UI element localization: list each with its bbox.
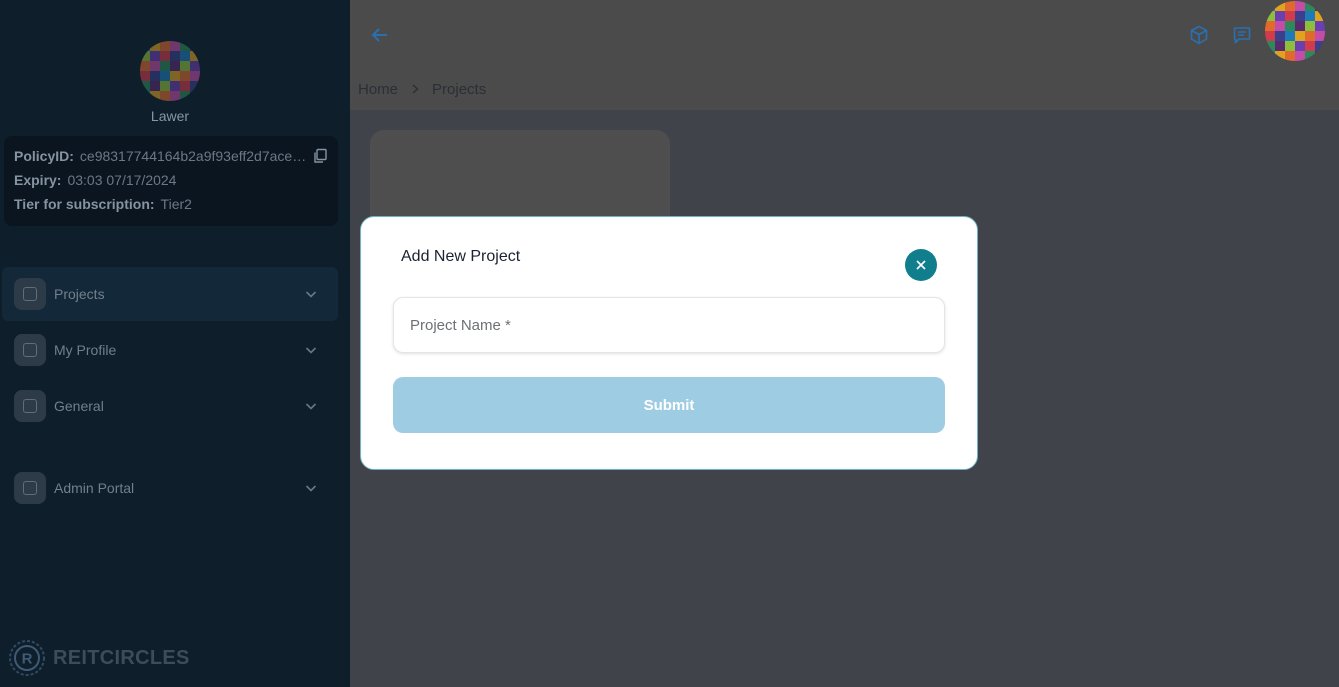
close-icon [916, 260, 926, 270]
sidebar-item-projects[interactable]: Projects [2, 267, 338, 321]
chevron-down-icon[interactable] [304, 399, 318, 413]
chevron-right-icon [412, 84, 419, 94]
sidebar: Lawer PolicyID: ce98317744164b2a9f93eff2… [0, 0, 350, 687]
brand-name: REITCIRCLES [53, 646, 190, 669]
breadcrumb-home[interactable]: Home [358, 81, 398, 98]
sidebar-item-general[interactable]: General [2, 379, 338, 433]
top-bar [350, 0, 1339, 68]
brand: R REITCIRCLES [7, 638, 190, 678]
add-project-dialog: Add New Project Submit [360, 216, 978, 470]
submit-button[interactable]: Submit [393, 377, 945, 433]
policy-id-label: PolicyID: [14, 148, 74, 164]
breadcrumb: Home Projects [350, 68, 1339, 110]
svg-text:R: R [22, 651, 33, 668]
user-avatar[interactable] [140, 41, 200, 101]
policy-id-row: PolicyID: ce98317744164b2a9f93eff2d7ace… [14, 147, 328, 171]
back-arrow-icon[interactable] [369, 24, 391, 46]
copy-icon[interactable] [312, 148, 328, 164]
chevron-down-icon[interactable] [304, 343, 318, 357]
sidebar-item-label: General [54, 398, 104, 414]
profile-avatar[interactable] [1265, 1, 1325, 61]
tier-value: Tier2 [160, 196, 192, 212]
cube-icon[interactable] [1188, 24, 1210, 46]
dialog-title: Add New Project [401, 248, 521, 265]
tier-label: Tier for subscription: [14, 196, 155, 212]
expiry-value: 03:03 07/17/2024 [67, 172, 177, 188]
policy-id-value: ce98317744164b2a9f93eff2d7ace… [79, 148, 307, 164]
user-name: Lawer [150, 108, 190, 124]
breadcrumb-projects: Projects [432, 80, 487, 98]
expiry-row: Expiry: 03:03 07/17/2024 [14, 171, 328, 195]
sidebar-item-label: My Profile [54, 342, 117, 358]
sidebar-item-label: Admin Portal [54, 480, 135, 496]
sidebar-item-my-profile[interactable]: My Profile [2, 323, 338, 377]
chevron-down-icon[interactable] [304, 287, 318, 301]
general-icon [14, 390, 46, 422]
chat-icon[interactable] [1231, 24, 1253, 46]
policy-card: PolicyID: ce98317744164b2a9f93eff2d7ace…… [4, 136, 338, 226]
admin-icon [14, 472, 46, 504]
expiry-label: Expiry: [14, 172, 62, 188]
profile-icon [14, 334, 46, 366]
chevron-down-icon[interactable] [304, 481, 318, 495]
projects-icon [14, 278, 46, 310]
tier-row: Tier for subscription: Tier2 [14, 195, 328, 219]
sidebar-item-label: Projects [54, 286, 105, 302]
close-button[interactable] [905, 249, 937, 281]
sidebar-item-admin-portal[interactable]: Admin Portal [2, 461, 338, 515]
brand-logo-icon: R [9, 640, 45, 676]
project-name-input[interactable] [393, 297, 945, 353]
